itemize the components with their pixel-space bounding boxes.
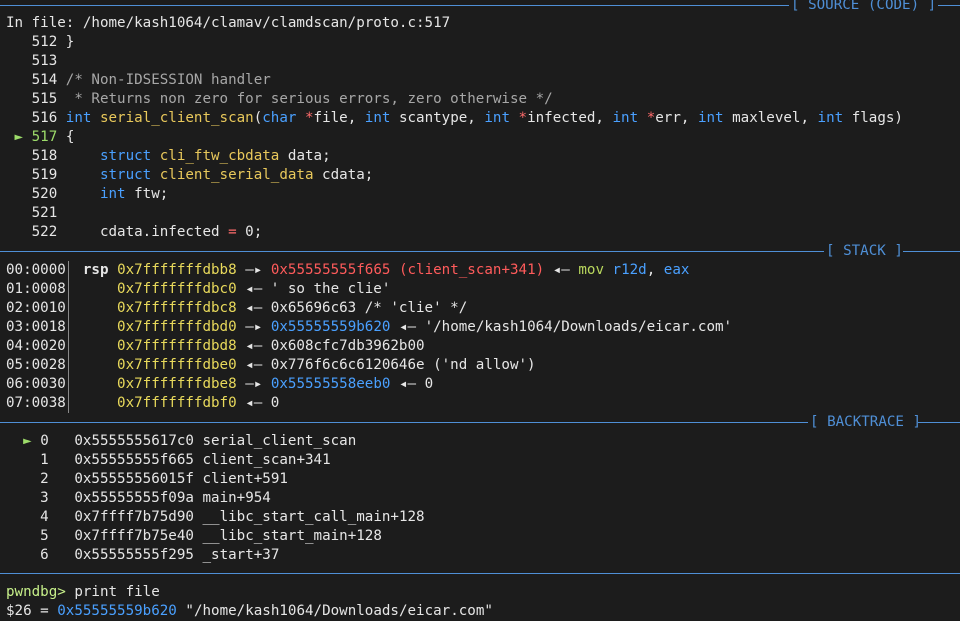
source-line: 515 * Returns non zero for serious error… <box>31 91 553 107</box>
backtrace-section-header: [ BACKTRACE ] <box>0 413 960 432</box>
backtrace-frame: 5 0x7ffff7b75e40 __libc_start_main+128 <box>40 528 382 544</box>
source-line: 522 cdata.infected = 0; <box>31 224 263 240</box>
source-line: 513 <box>31 53 58 69</box>
section-end-rule <box>0 573 960 574</box>
stack-row: 04:0020 0x7fffffffdbd8 ◂— 0x608cfc7db396… <box>6 338 425 354</box>
source-line: 519 struct client_serial_data cdata; <box>31 167 374 183</box>
backtrace-frame: 3 0x55555555f09a main+954 <box>40 490 271 506</box>
backtrace-frame: ► 0 0x5555555617c0 serial_client_scan <box>23 433 357 449</box>
console-command-line[interactable]: pwndbg> print file <box>6 583 160 602</box>
stack-header-label: [ STACK ] <box>824 242 905 261</box>
stack-row: 03:0018 0x7fffffffdbd0 —▸ 0x55555559b620… <box>6 319 733 335</box>
source-header-label: [ SOURCE (CODE) ] <box>789 0 939 15</box>
source-line: 514 /* Non-IDSESSION handler <box>31 72 271 88</box>
stack-row: 06:0030 0x7fffffffdbe8 —▸ 0x55555558eeb0… <box>6 376 434 392</box>
stack-row: 02:0010 0x7fffffffdbc8 ◂— 0x65696c63 /* … <box>6 300 468 316</box>
backtrace-frame: 2 0x55555556015f client+591 <box>40 471 288 487</box>
command-text: print file <box>74 584 160 600</box>
stack-row: 07:0038 0x7fffffffdbf0 ◂— 0 <box>6 395 280 411</box>
backtrace-frame: 1 0x55555555f665 client_scan+341 <box>40 452 331 468</box>
source-line: 520 int ftw; <box>31 186 169 202</box>
stack-row: 01:0008 0x7fffffffdbc0 ◂— ' so the clie' <box>6 281 391 297</box>
current-frame-marker-icon: ► <box>23 433 32 449</box>
current-line-marker-icon: ► <box>14 129 24 145</box>
backtrace-header-label: [ BACKTRACE ] <box>808 413 924 432</box>
console-output: $26 = 0x55555559b620 "/home/kash1064/Dow… <box>6 603 493 619</box>
source-line: 518 struct cli_ftw_cbdata data; <box>31 148 331 164</box>
backtrace-frame: 6 0x55555555f295 _start+37 <box>40 547 280 563</box>
prompt: pwndbg> <box>6 584 66 600</box>
source-line: 512 } <box>31 34 75 50</box>
terminal-window: [ SOURCE (CODE) ] In file: /home/kash106… <box>0 0 960 621</box>
stack-row: 00:0000 rsp 0x7fffffffdbb8 —▸ 0x55555555… <box>6 262 690 278</box>
source-line: 521 <box>31 205 58 221</box>
source-section-header: [ SOURCE (CODE) ] <box>0 0 960 15</box>
source-file-path: In file: /home/kash1064/clamav/clamdscan… <box>6 15 451 31</box>
stack-row: 05:0028 0x7fffffffdbe0 ◂— 0x776f6c6c6120… <box>6 357 536 373</box>
source-line-current: ► 517 { <box>14 129 75 145</box>
stack-section-header: [ STACK ] <box>0 242 960 261</box>
source-line: 516 int serial_client_scan(char *file, i… <box>31 110 903 126</box>
backtrace-frame: 4 0x7ffff7b75d90 __libc_start_call_main+… <box>40 509 425 525</box>
